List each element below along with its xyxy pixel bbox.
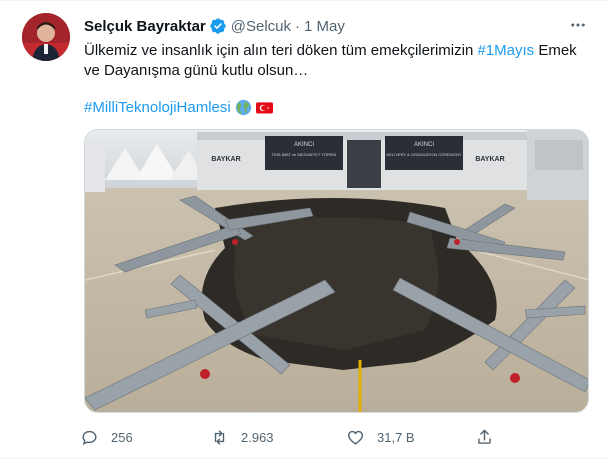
hashtag-1mayis[interactable]: #1Mayıs <box>477 42 534 59</box>
banner-right-title: AKINCI <box>414 142 434 148</box>
tweet-text: Ülkemiz ve insanlık için alın teri döken… <box>84 41 590 81</box>
retweet-button[interactable]: 2.963 <box>210 425 274 449</box>
like-icon <box>347 430 364 445</box>
baykar-logo-right: BAYKAR <box>475 156 504 163</box>
like-count: 31,7 B <box>377 429 415 445</box>
author-name[interactable]: Selçuk Bayraktar <box>84 18 206 35</box>
tweet-card[interactable]: Selçuk Bayraktar @Selcuk · 1 May Ülkemiz… <box>0 0 608 459</box>
ceremony-photo: AKINCI TESLİMAT ve MEZUNİYET TÖRENİ AKIN… <box>85 130 588 412</box>
globe-emoji-icon <box>235 99 252 116</box>
hashtag-line: #MilliTeknolojiHamlesi <box>84 97 273 117</box>
action-bar: 256 2.963 31,7 B <box>80 425 590 449</box>
avatar[interactable] <box>22 13 70 61</box>
tweet-media-photo[interactable]: AKINCI TESLİMAT ve MEZUNİYET TÖRENİ AKIN… <box>84 129 589 413</box>
banner-right-sub: DELIVERY & GRADUATION CEREMONY <box>386 152 461 157</box>
tweet-text-part1: Ülkemiz ve insanlık için alın teri döken… <box>84 42 478 59</box>
banner-left-title: AKINCI <box>294 142 314 148</box>
share-icon <box>478 429 491 444</box>
tweet-header: Selçuk Bayraktar @Selcuk · 1 May <box>84 16 345 36</box>
retweet-count: 2.963 <box>241 429 274 445</box>
tweet-date[interactable]: 1 May <box>304 18 345 35</box>
turkey-flag-emoji-icon <box>255 99 273 116</box>
reply-count: 256 <box>111 429 133 445</box>
like-button[interactable]: 31,7 B <box>346 425 415 449</box>
author-handle[interactable]: @Selcuk <box>231 18 291 35</box>
share-button[interactable] <box>475 425 494 449</box>
reply-icon <box>82 430 97 445</box>
hashtag-millitekno[interactable]: #MilliTeknolojiHamlesi <box>84 99 231 116</box>
retweet-icon <box>214 429 225 445</box>
baykar-logo-left: BAYKAR <box>211 156 240 163</box>
banner-left-sub: TESLİMAT ve MEZUNİYET TÖRENİ <box>272 152 337 157</box>
more-icon[interactable] <box>566 13 590 37</box>
reply-button[interactable]: 256 <box>80 425 133 449</box>
separator-dot: · <box>295 17 300 35</box>
verified-badge-icon <box>209 17 227 35</box>
